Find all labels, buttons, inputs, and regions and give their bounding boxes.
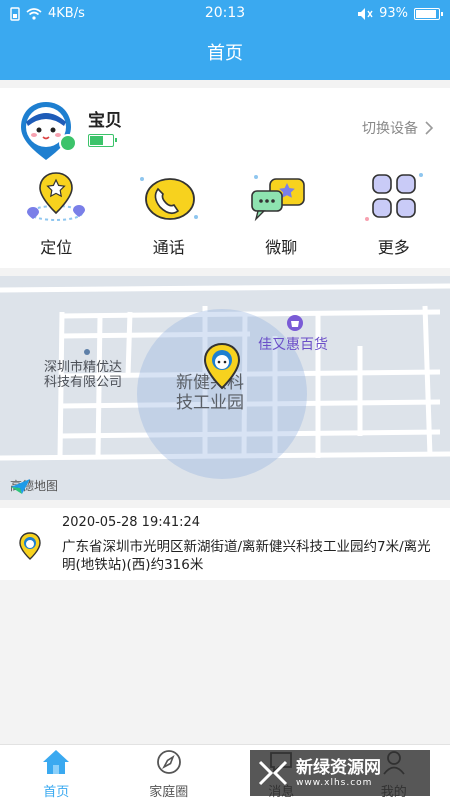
status-bar: 4KB/s 20:13 93% [0,0,450,28]
location-time: 2020-05-28 19:41:24 [62,515,201,530]
watermark-sub: www.xlhs.com [296,778,373,788]
nav-home[interactable]: 首页 [0,745,113,800]
menu-item-more[interactable]: 更多 [338,168,450,258]
function-menu: 定位 通话 微聊 更多 [0,168,450,258]
switch-device-button[interactable]: 切换设备 [362,118,434,138]
watermark-logo-icon [258,760,288,786]
map-company-label-2: 科技有限公司 [44,375,123,390]
device-card: 宝贝 切换设备 定位 通话 微聊 更多 [0,88,450,268]
home-icon [43,750,70,774]
map-provider-logo: 高德地图 [10,477,58,494]
child-location-pin-icon[interactable] [202,342,242,392]
location-pin-icon [19,532,41,560]
menu-label-location: 定位 [40,238,73,257]
company-poi-dot [84,349,90,355]
shop-poi-icon [287,315,303,331]
avatar[interactable] [18,100,80,162]
chevron-right-icon [425,121,434,135]
page-title: 首页 [0,28,450,80]
map-poi-label: 佳又惠百货 [258,337,328,353]
nav-label-home: 首页 [43,785,70,800]
menu-label-chat: 微聊 [265,238,298,257]
watermark-main: 新绿资源网 [296,758,381,778]
menu-label-call: 通话 [152,238,185,257]
switch-device-label: 切换设备 [362,121,418,137]
menu-item-chat[interactable]: 微聊 [225,168,338,258]
location-icon [27,172,86,221]
phone-icon [139,177,198,220]
chat-icon [251,175,306,222]
location-address: 广东省深圳市光明区新湖街道/离新健兴科技工业园约7米/离光明(地铁站)(西)约3… [62,539,431,573]
child-avatar-icon [21,102,77,160]
compass-icon [156,750,181,774]
map-view[interactable]: 佳又惠百货 深圳市精优达 科技有限公司 新健兴科 技工业园 高德地图 [0,276,450,500]
nav-label-family: 家庭圈 [149,785,189,800]
menu-item-call[interactable]: 通话 [113,168,226,258]
battery-icon [414,7,443,20]
device-battery-icon [88,134,117,147]
amap-logo-icon [11,479,30,494]
menu-item-location[interactable]: 定位 [0,168,113,258]
more-icon [364,173,423,221]
watermark: 新绿资源网 www.xlhs.com [250,750,430,796]
nav-family[interactable]: 家庭圈 [113,745,226,800]
mute-icon [358,7,373,20]
location-record[interactable]: 2020-05-28 19:41:24 广东省深圳市光明区新湖街道/离新健兴科技… [0,508,450,580]
device-name: 宝贝 [88,111,122,131]
battery-percent: 93% [379,6,408,21]
menu-label-more: 更多 [377,238,410,257]
